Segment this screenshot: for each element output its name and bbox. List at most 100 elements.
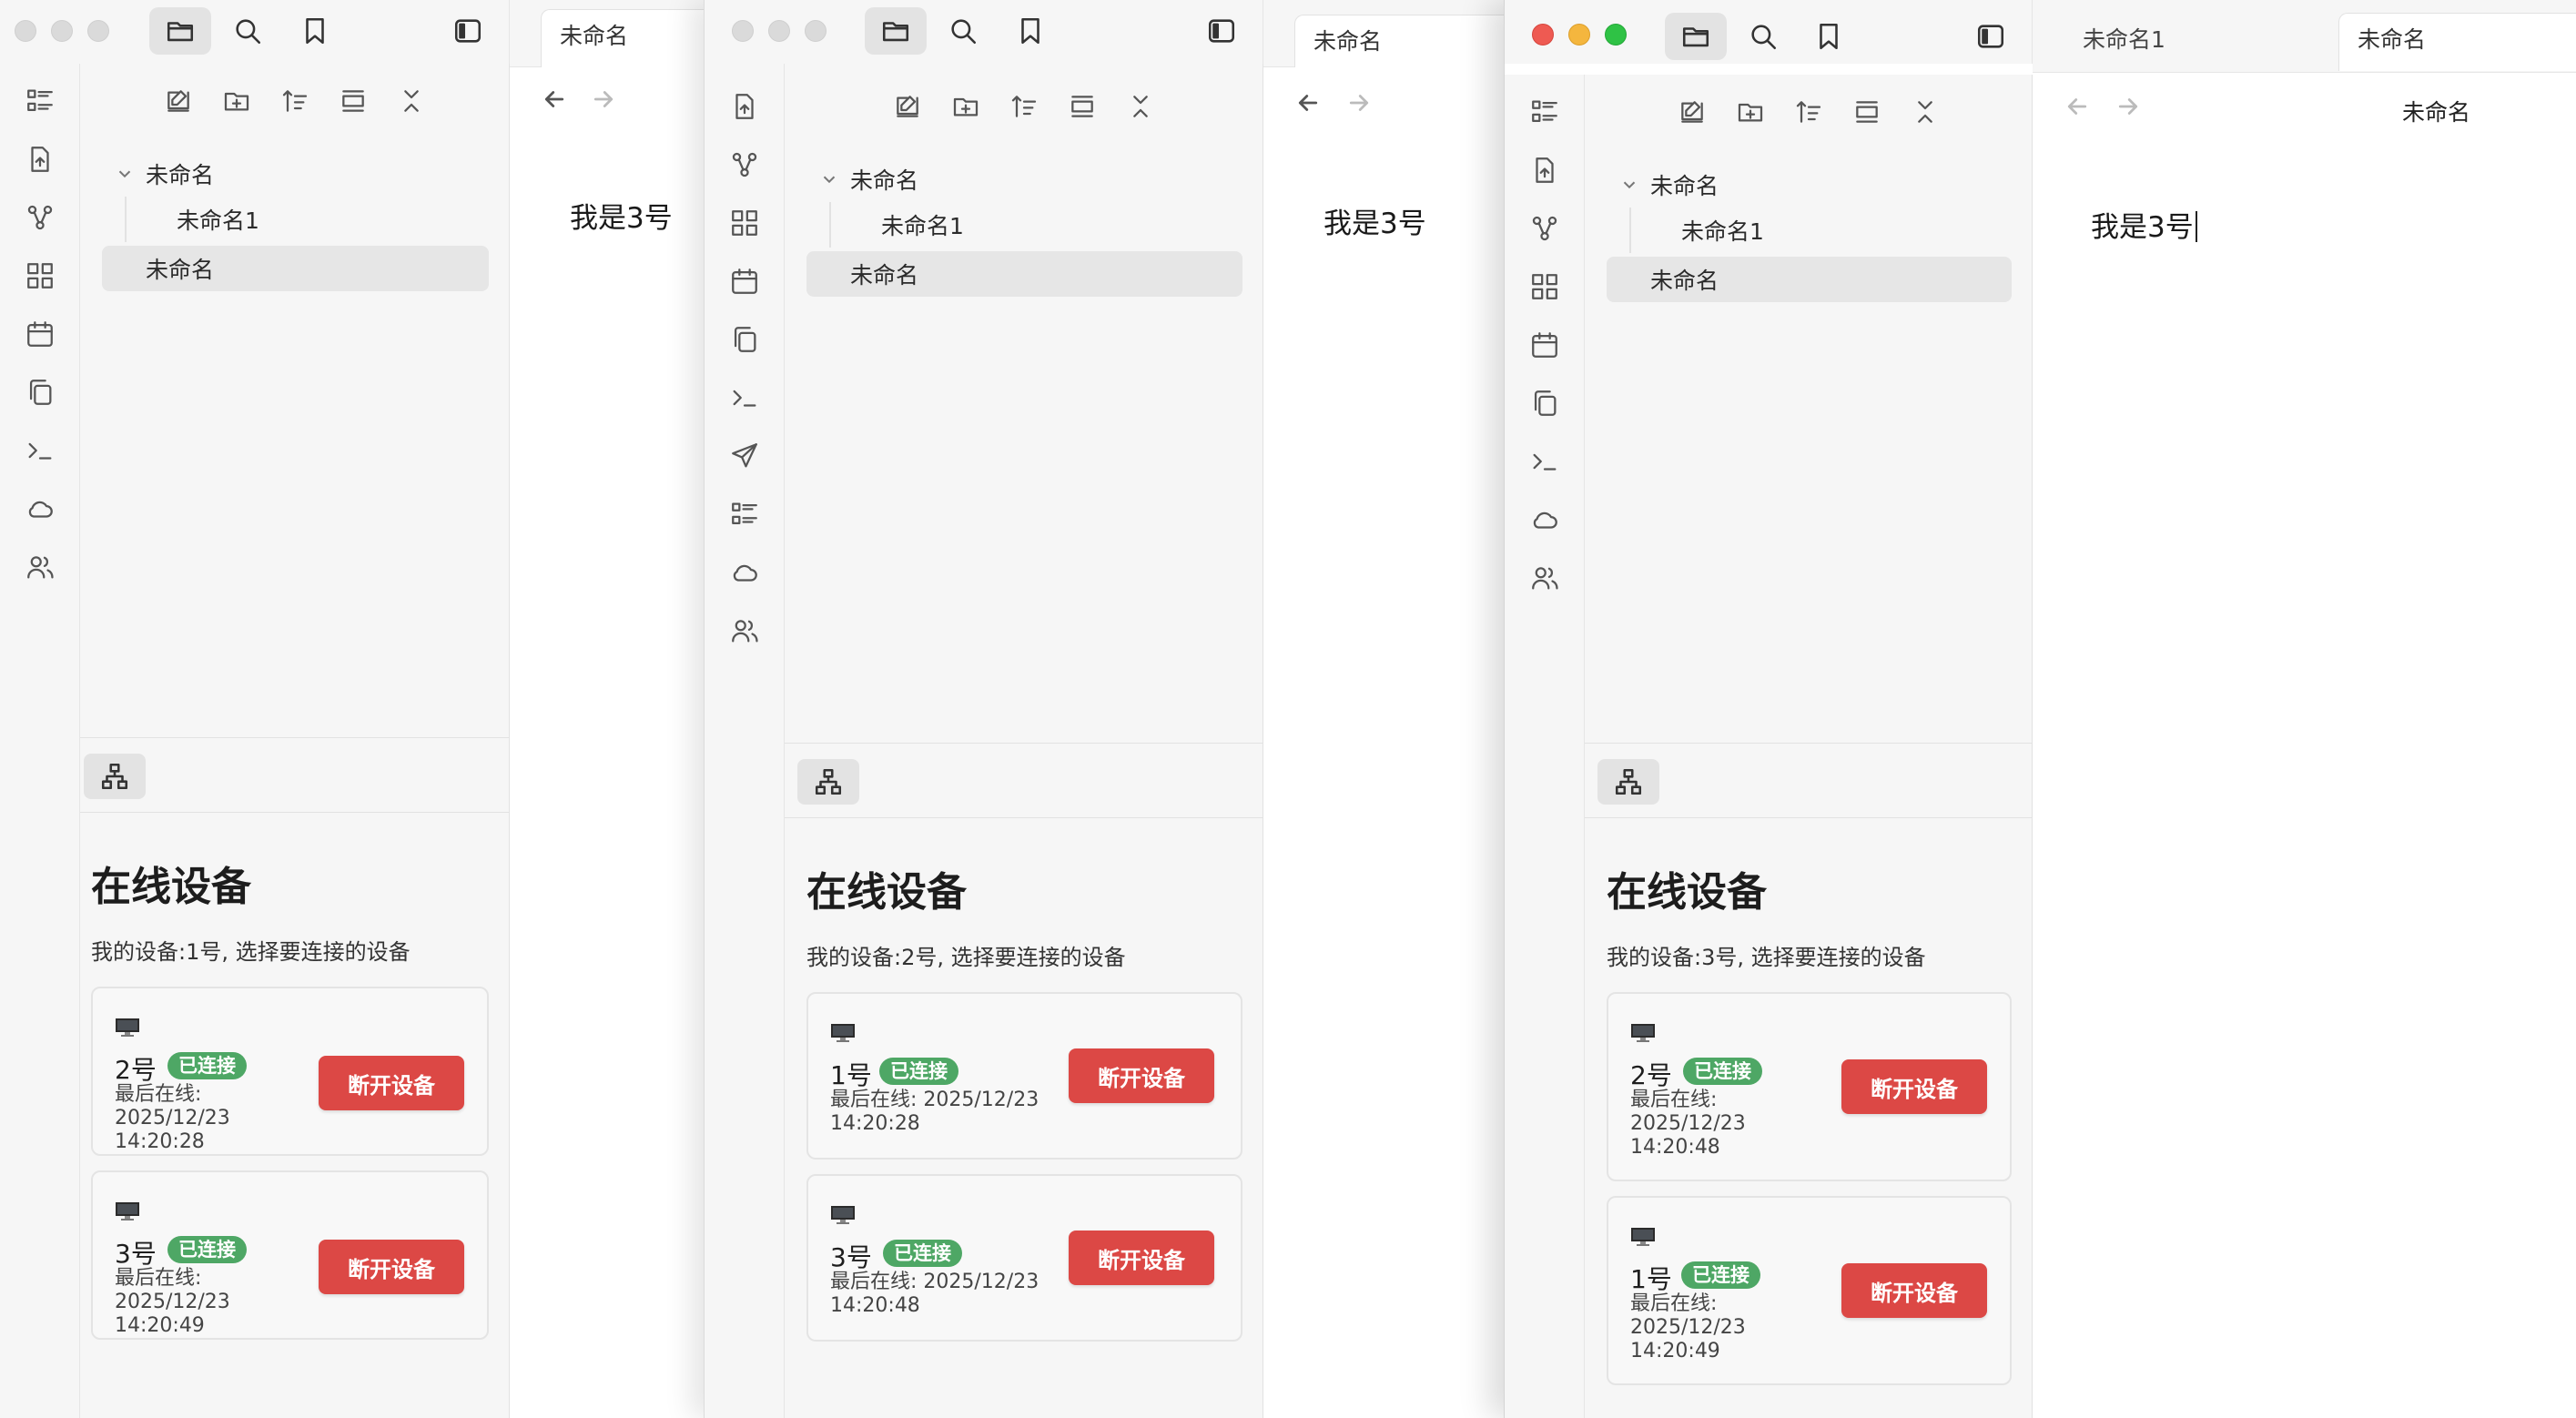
tree-folder[interactable]: 未命名 bbox=[1607, 162, 2012, 208]
zoom-button[interactable] bbox=[805, 20, 827, 42]
forward-button[interactable] bbox=[590, 86, 626, 122]
back-button[interactable] bbox=[2064, 93, 2100, 129]
new-note-button[interactable] bbox=[157, 80, 199, 122]
chevron-down-icon[interactable] bbox=[819, 168, 839, 188]
editor[interactable]: 未命名 我是3号 bbox=[2033, 73, 2576, 1418]
search-tab[interactable] bbox=[217, 7, 279, 55]
new-folder-button[interactable] bbox=[1729, 91, 1771, 133]
tab-inactive[interactable]: 未命名1 bbox=[2064, 13, 2337, 71]
file-explorer-tab[interactable] bbox=[1665, 13, 1727, 60]
ribbon-canvas[interactable] bbox=[705, 202, 785, 244]
zoom-button[interactable] bbox=[1605, 24, 1627, 46]
ribbon-send[interactable] bbox=[705, 435, 785, 477]
tree-file-child[interactable]: 未命名1 bbox=[102, 197, 489, 242]
auto-reveal-button[interactable] bbox=[1846, 91, 1888, 133]
new-note-button[interactable] bbox=[1671, 91, 1713, 133]
collapse-all-button[interactable] bbox=[1904, 91, 1946, 133]
ribbon-canvas[interactable] bbox=[0, 255, 80, 297]
ribbon-users[interactable] bbox=[1505, 557, 1585, 599]
forward-button[interactable] bbox=[2115, 93, 2151, 129]
tree-folder[interactable]: 未命名 bbox=[102, 151, 489, 197]
toggle-sidebar-button[interactable] bbox=[437, 7, 499, 55]
close-button[interactable] bbox=[1532, 24, 1554, 46]
sort-button[interactable] bbox=[1788, 91, 1830, 133]
ribbon-graph[interactable] bbox=[0, 197, 80, 238]
new-note-button[interactable] bbox=[887, 86, 928, 127]
zoom-button[interactable] bbox=[87, 20, 109, 42]
new-folder-button[interactable] bbox=[945, 86, 987, 127]
chevron-down-icon[interactable] bbox=[1619, 174, 1639, 194]
ribbon-command[interactable] bbox=[1505, 441, 1585, 482]
minimize-button[interactable] bbox=[768, 20, 790, 42]
file-explorer-tab[interactable] bbox=[865, 7, 927, 55]
ribbon-templates[interactable] bbox=[705, 319, 785, 360]
auto-reveal-button[interactable] bbox=[332, 80, 374, 122]
ribbon-calendar[interactable] bbox=[1505, 324, 1585, 366]
bookmarks-tab[interactable] bbox=[284, 7, 346, 55]
ribbon-sync[interactable] bbox=[705, 552, 785, 593]
ribbon-templates[interactable] bbox=[1505, 382, 1585, 424]
ribbon-calendar[interactable] bbox=[0, 313, 80, 355]
tree-file-active[interactable]: 未命名 bbox=[102, 246, 489, 291]
chevron-down-icon[interactable] bbox=[115, 163, 135, 183]
editor[interactable]: 我是3号 bbox=[510, 67, 719, 1418]
search-tab[interactable] bbox=[932, 7, 994, 55]
view-header-title[interactable]: 未命名 bbox=[2402, 95, 2470, 127]
sort-button[interactable] bbox=[1003, 86, 1045, 127]
ribbon-outline[interactable] bbox=[705, 493, 785, 535]
bookmarks-tab[interactable] bbox=[999, 7, 1061, 55]
back-button[interactable] bbox=[1294, 89, 1331, 126]
ribbon-sync[interactable] bbox=[0, 488, 80, 530]
panel-divider[interactable] bbox=[80, 737, 509, 738]
sort-button[interactable] bbox=[274, 80, 316, 122]
ribbon-sync[interactable] bbox=[1505, 499, 1585, 541]
collapse-all-button[interactable] bbox=[390, 80, 432, 122]
collapse-all-button[interactable] bbox=[1120, 86, 1161, 127]
forward-button[interactable] bbox=[1345, 89, 1382, 126]
tab-active[interactable]: 未命名 bbox=[2338, 13, 2576, 71]
disconnect-button[interactable]: 断开设备 bbox=[1069, 1048, 1214, 1103]
tab-active[interactable]: 未命名 bbox=[541, 9, 719, 67]
tree-file-child[interactable]: 未命名1 bbox=[806, 202, 1242, 248]
disconnect-button[interactable]: 断开设备 bbox=[1069, 1231, 1214, 1285]
disconnect-button[interactable]: 断开设备 bbox=[1841, 1059, 1987, 1114]
tab-active[interactable]: 未命名 bbox=[1294, 15, 1505, 73]
ribbon-templates[interactable] bbox=[0, 371, 80, 413]
toggle-sidebar-button[interactable] bbox=[1960, 13, 2022, 60]
minimize-button[interactable] bbox=[51, 20, 73, 42]
panel-divider[interactable] bbox=[785, 743, 1263, 744]
note-content[interactable]: 我是3号 bbox=[2091, 204, 2197, 245]
ribbon-graph[interactable] bbox=[1505, 208, 1585, 249]
bookmarks-tab[interactable] bbox=[1798, 13, 1860, 60]
ribbon-command[interactable] bbox=[0, 430, 80, 471]
ribbon-users[interactable] bbox=[705, 610, 785, 652]
search-tab[interactable] bbox=[1732, 13, 1794, 60]
ribbon-new-file[interactable] bbox=[0, 138, 80, 180]
disconnect-button[interactable]: 断开设备 bbox=[319, 1056, 464, 1110]
ribbon-canvas[interactable] bbox=[1505, 266, 1585, 308]
ribbon-users[interactable] bbox=[0, 546, 80, 588]
network-plugin-tab[interactable] bbox=[84, 754, 146, 799]
disconnect-button[interactable]: 断开设备 bbox=[319, 1240, 464, 1294]
ribbon-command[interactable] bbox=[705, 377, 785, 419]
close-button[interactable] bbox=[15, 20, 36, 42]
panel-divider[interactable] bbox=[1585, 743, 2032, 744]
tree-file-child[interactable]: 未命名1 bbox=[1607, 208, 2012, 253]
file-explorer-tab[interactable] bbox=[149, 7, 211, 55]
back-button[interactable] bbox=[541, 86, 577, 122]
ribbon-outline[interactable] bbox=[1505, 91, 1585, 133]
editor[interactable]: 我是3号 bbox=[1263, 67, 1505, 1418]
network-plugin-tab[interactable] bbox=[1597, 759, 1659, 805]
ribbon-new-file[interactable] bbox=[1505, 149, 1585, 191]
new-folder-button[interactable] bbox=[216, 80, 258, 122]
tree-file-active[interactable]: 未命名 bbox=[806, 251, 1242, 297]
tree-file-active[interactable]: 未命名 bbox=[1607, 257, 2012, 302]
ribbon-graph[interactable] bbox=[705, 144, 785, 186]
toggle-sidebar-button[interactable] bbox=[1191, 7, 1253, 55]
note-content[interactable]: 我是3号 bbox=[1323, 200, 1426, 241]
ribbon-outline[interactable] bbox=[0, 80, 80, 122]
minimize-button[interactable] bbox=[1568, 24, 1590, 46]
close-button[interactable] bbox=[732, 20, 754, 42]
ribbon-new-file[interactable] bbox=[705, 86, 785, 127]
network-plugin-tab[interactable] bbox=[797, 759, 859, 805]
